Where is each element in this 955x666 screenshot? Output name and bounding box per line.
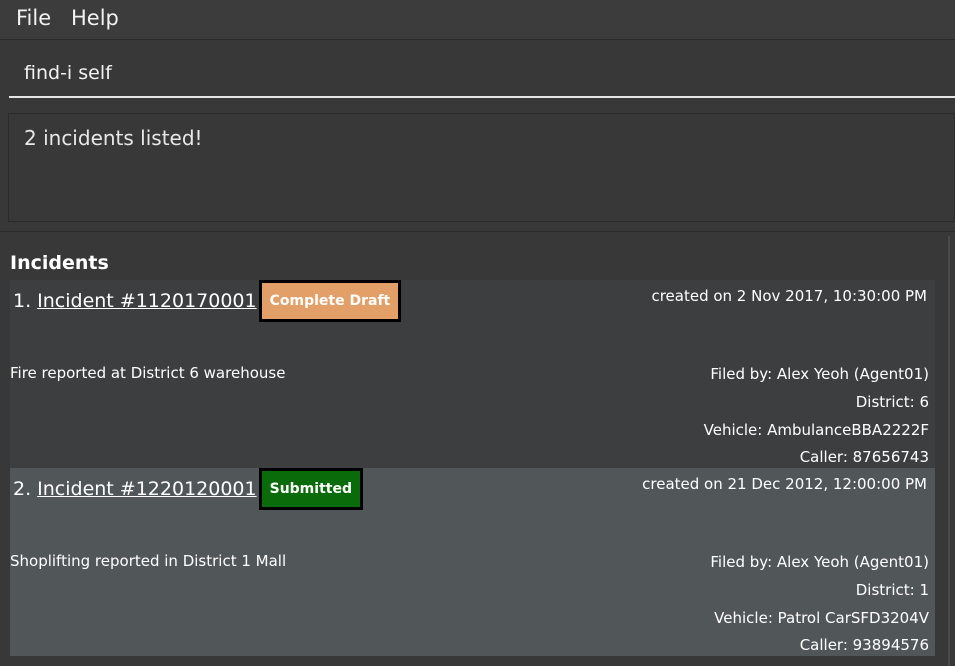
incident-filed-by: Filed by: Alex Yeoh (Agent01)	[710, 365, 929, 383]
incident-district: District: 1	[855, 581, 929, 599]
incident-id-link[interactable]: Incident #1120170001	[37, 290, 256, 312]
incident-caller: Caller: 87656743	[799, 448, 929, 466]
incident-vehicle: Vehicle: AmbulanceBBA2222F	[703, 421, 929, 439]
incident-card[interactable]: 1. Incident #1120170001 Complete Draft c…	[10, 280, 935, 468]
menu-help[interactable]: Help	[67, 6, 123, 30]
command-input[interactable]	[9, 49, 955, 98]
incident-header: 2. Incident #1220120001 Submitted	[13, 468, 363, 510]
status-badge: Submitted	[258, 468, 363, 510]
command-box	[0, 41, 955, 107]
menu-file[interactable]: File	[12, 6, 55, 30]
incident-id-link[interactable]: Incident #1220120001	[37, 478, 256, 500]
list-scrollbar[interactable]	[948, 236, 950, 666]
list-title: Incidents	[10, 252, 109, 274]
incident-district: District: 6	[855, 393, 929, 411]
incident-index: 2.	[13, 478, 32, 500]
incident-description: Shoplifting reported in District 1 Mall	[10, 552, 287, 570]
status-badge: Complete Draft	[258, 280, 402, 322]
result-display: 2 incidents listed!	[8, 113, 955, 222]
incident-caller: Caller: 93894576	[799, 636, 929, 654]
incident-created: created on 2 Nov 2017, 10:30:00 PM	[651, 287, 927, 305]
menu-bar: File Help	[0, 0, 955, 40]
incident-description: Fire reported at District 6 warehouse	[10, 364, 286, 382]
incident-index: 1.	[13, 290, 32, 312]
incident-filed-by: Filed by: Alex Yeoh (Agent01)	[710, 553, 929, 571]
incident-vehicle: Vehicle: Patrol CarSFD3204V	[714, 609, 929, 627]
incident-header: 1. Incident #1120170001 Complete Draft	[13, 280, 402, 322]
result-message: 2 incidents listed!	[24, 126, 203, 150]
incident-created: created on 21 Dec 2012, 12:00:00 PM	[642, 475, 927, 493]
incident-card[interactable]: 2. Incident #1220120001 Submitted create…	[10, 468, 935, 656]
